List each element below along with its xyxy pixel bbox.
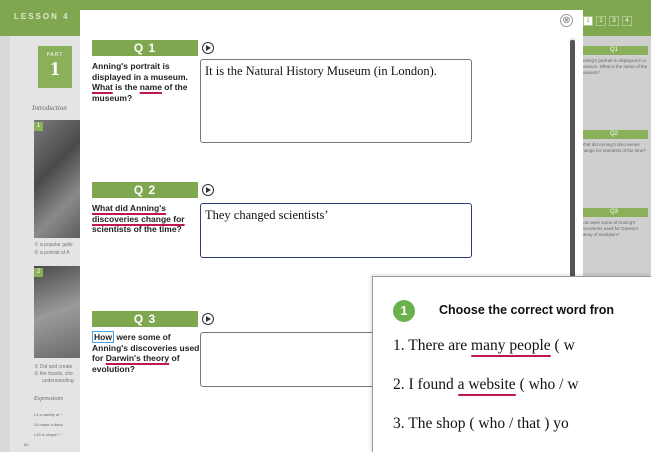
- caption: ② the fossils, che: [34, 371, 73, 377]
- side-question[interactable]: Q2 What did Anning's discoveries change …: [580, 130, 648, 154]
- answer-field[interactable]: It is the Natural History Museum (in Lon…: [200, 59, 472, 143]
- question-label: Q 1: [92, 40, 198, 56]
- question-keyword: How: [92, 331, 114, 343]
- question-text: Anning's portrait is displayed in a muse…: [92, 61, 200, 103]
- expression-item: L2 a variety of ~: [34, 412, 63, 417]
- question-label: Q 2: [92, 182, 198, 198]
- expression-item: L8 make a disco: [34, 422, 64, 427]
- caption: ① a popular galle: [34, 242, 73, 248]
- exercise-line: 2. I found a website ( who / w: [393, 376, 579, 394]
- page-tabs: 1 2 3 4: [583, 16, 632, 26]
- play-audio-icon[interactable]: [202, 42, 214, 54]
- side-question-label: Q3: [580, 208, 648, 217]
- intro-label: Introduction: [32, 104, 67, 112]
- exercise-text: ( who / w: [515, 376, 579, 393]
- play-audio-icon[interactable]: [202, 313, 214, 325]
- close-icon[interactable]: ⊗: [560, 14, 573, 27]
- question-label: Q 3: [92, 311, 198, 327]
- exercise-underlined: many people: [471, 337, 551, 354]
- answer-field[interactable]: They changed scientists’: [200, 203, 472, 258]
- exercise-title: Choose the correct word fron: [439, 303, 615, 317]
- question-keyword: What: [92, 82, 113, 92]
- question-keyword: Darwin's theory: [105, 353, 170, 363]
- exercise-underlined: a website: [457, 376, 516, 393]
- expressions-label: Expressions: [34, 396, 63, 402]
- caption: ① Did and create: [34, 364, 73, 370]
- part-badge: PART 1: [38, 46, 72, 88]
- question-keyword: What did Anning's discoveries change for: [92, 203, 185, 224]
- photo-gallery: [34, 120, 82, 238]
- side-question[interactable]: Q3 How were some of Anning's discoveries…: [580, 208, 648, 238]
- exercise-line: 3. The shop ( who / that ) yo: [393, 415, 569, 433]
- exercise-panel: 1 Choose the correct word fron 1. There …: [372, 276, 651, 452]
- play-audio-icon[interactable]: [202, 184, 214, 196]
- page-tab[interactable]: 2: [596, 16, 606, 26]
- page-tab[interactable]: 3: [609, 16, 619, 26]
- question-text-part: Anning's portrait is displayed in a muse…: [92, 61, 188, 82]
- lesson-label: LESSON 4: [14, 12, 70, 21]
- exercise-line: 1. There are many people ( w: [393, 337, 575, 355]
- side-question[interactable]: Q1 Anning's portrait is displayed in a m…: [580, 46, 648, 76]
- photo-number: 2: [34, 268, 43, 277]
- page-number: 62: [24, 442, 29, 447]
- part-number: 1: [50, 58, 60, 80]
- question-text: What did Anning's discoveries change for…: [92, 203, 200, 235]
- page-tab[interactable]: 4: [622, 16, 632, 26]
- page-tab[interactable]: 1: [583, 16, 593, 26]
- exercise-text: ( w: [550, 337, 575, 354]
- side-question-text: Anning's portrait is displayed in a muse…: [580, 58, 648, 75]
- expression-item: L15 in shape / ": [34, 432, 62, 437]
- exercise-text: 1. There are: [393, 337, 472, 354]
- question-keyword: name: [139, 82, 162, 92]
- side-question-text: How were some of Anning's discoveries us…: [580, 220, 639, 237]
- side-question-text: What did Anning's discoveries change for…: [580, 142, 646, 153]
- exercise-text: 2. I found: [393, 376, 458, 393]
- caption: ② a portrait of A: [34, 250, 70, 256]
- caption: understanding: [42, 378, 74, 384]
- side-question-label: Q1: [580, 46, 648, 55]
- photo-fossil: [34, 266, 82, 358]
- exercise-text: 3. The shop ( who / that ) yo: [393, 415, 569, 432]
- exercise-number: 1: [393, 300, 415, 322]
- photo-number: 1: [34, 122, 43, 131]
- side-question-label: Q2: [580, 130, 648, 139]
- question-text-part: is the: [112, 82, 140, 92]
- question-text: How were some of Anning's discoveries us…: [92, 331, 200, 374]
- question-text-part: scientists of the time?: [92, 224, 182, 234]
